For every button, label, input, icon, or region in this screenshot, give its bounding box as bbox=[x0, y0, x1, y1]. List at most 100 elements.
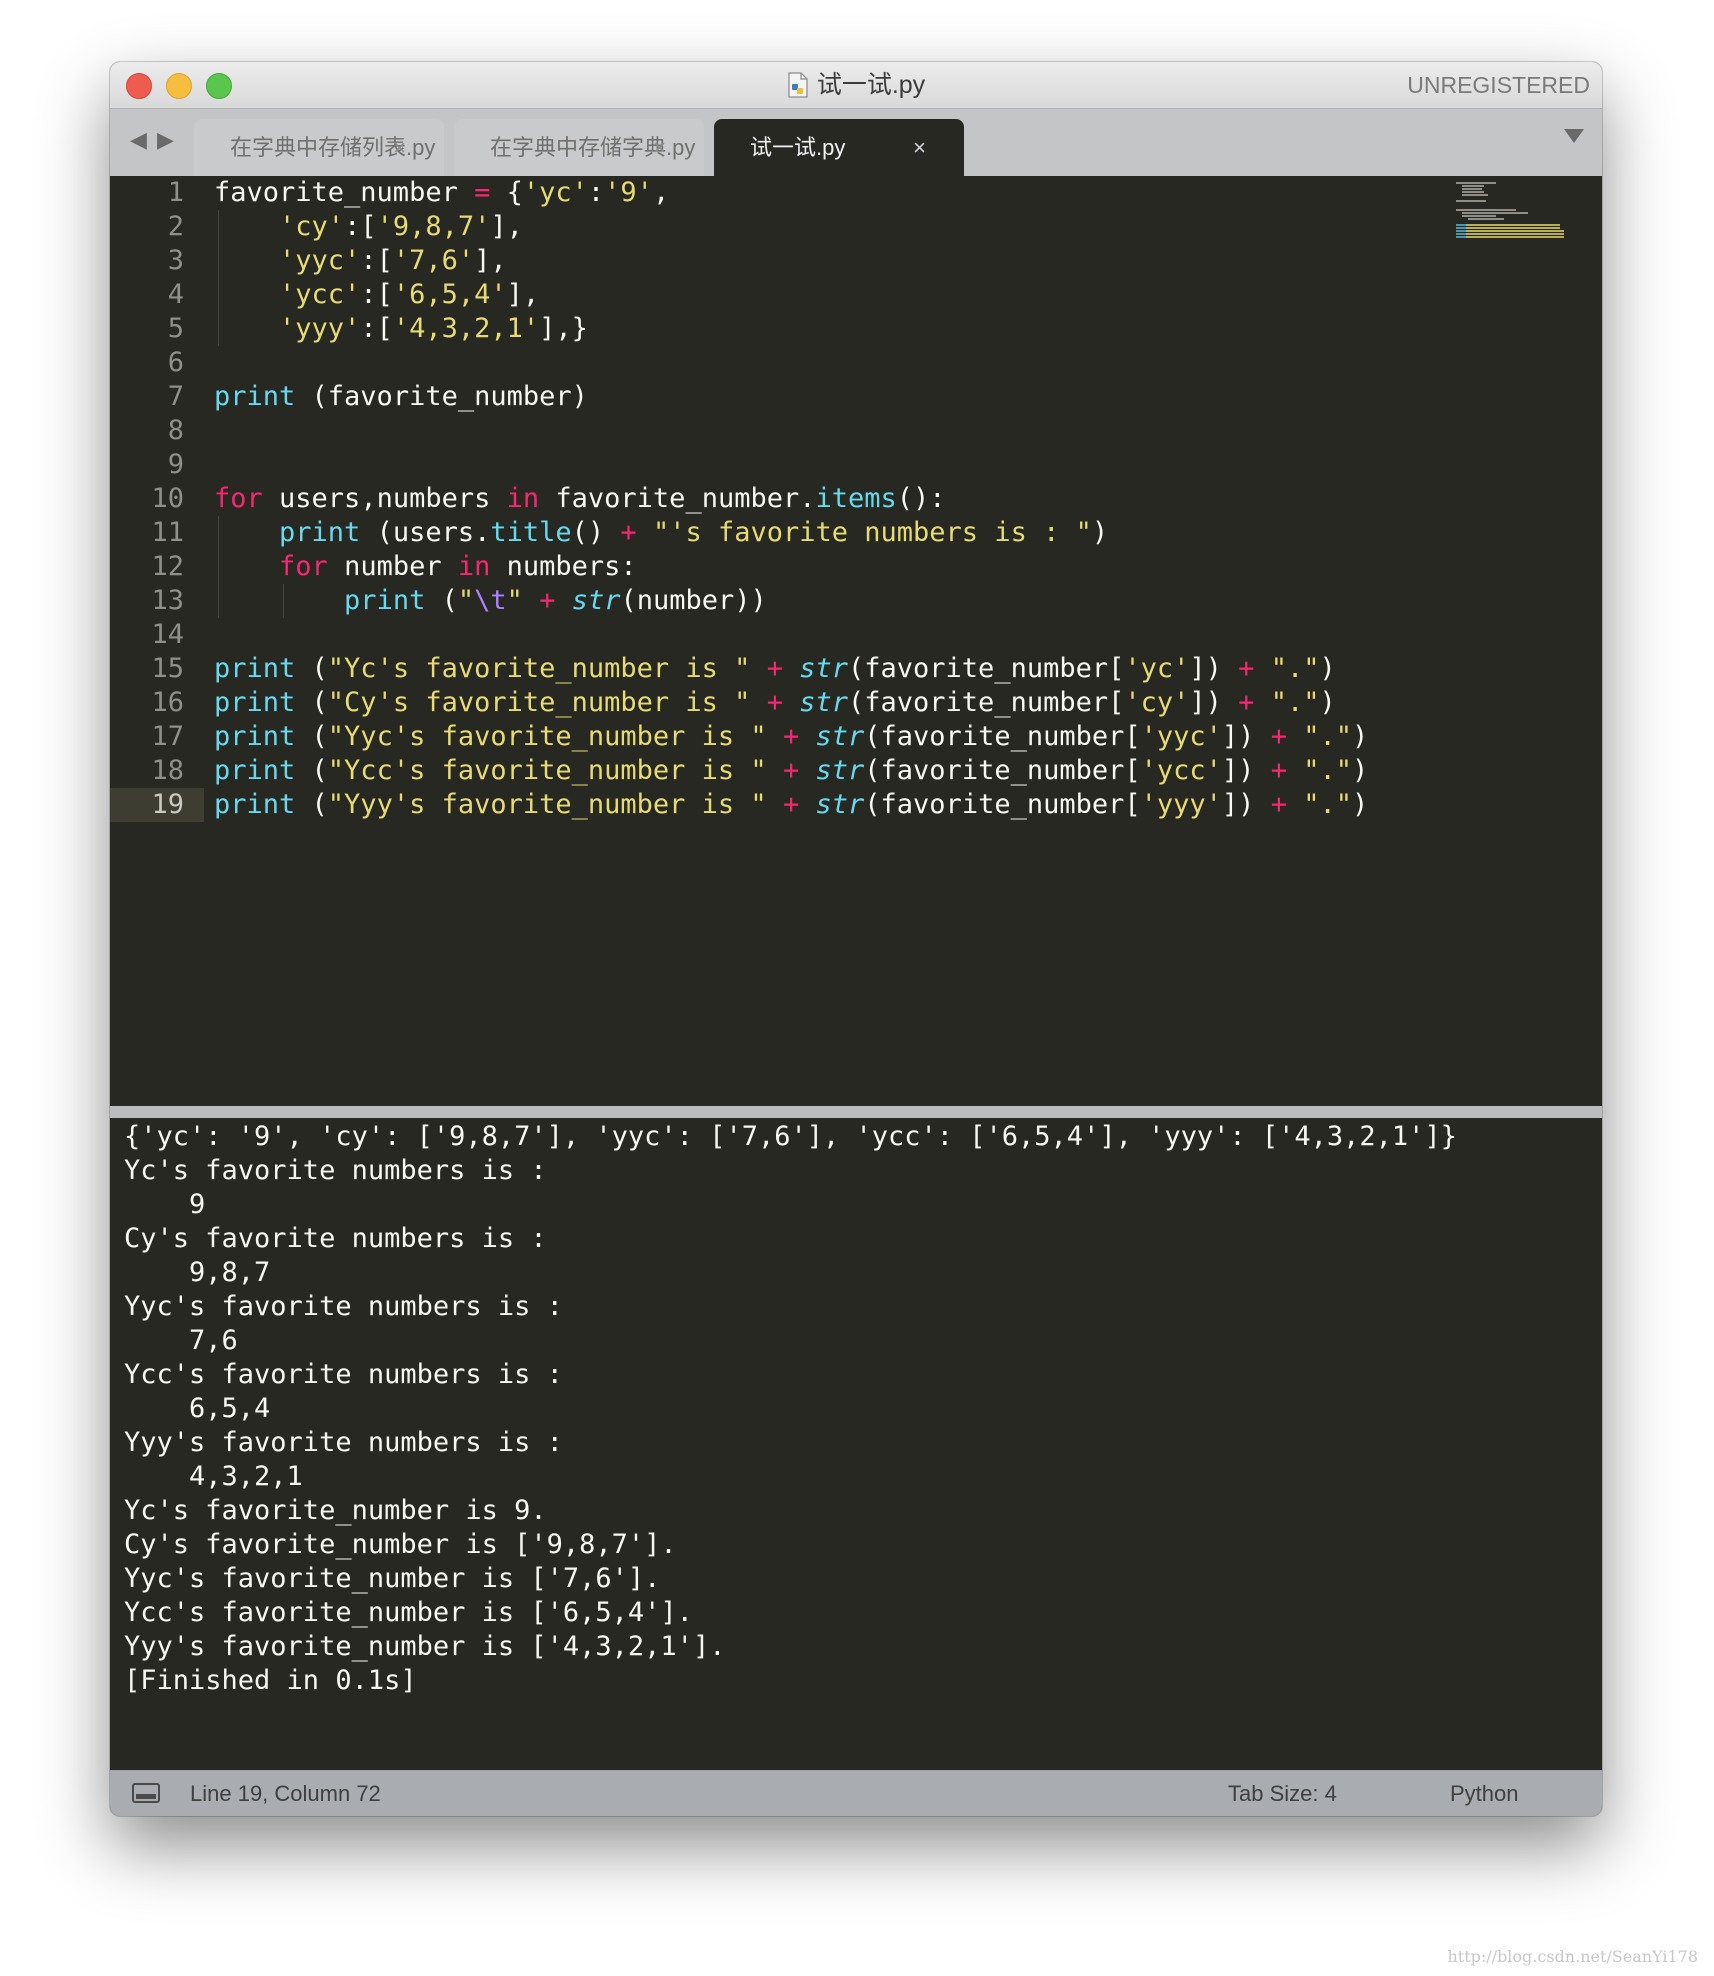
output-line: Yc's favorite_number is 9. bbox=[124, 1495, 547, 1526]
build-output-panel[interactable]: {'yc': '9', 'cy': ['9,8,7'], 'yyc': ['7,… bbox=[114, 1118, 1598, 1770]
code-token: 'cy' bbox=[279, 211, 345, 242]
code-line: print ("\t" + str(number)) bbox=[214, 584, 1452, 618]
output-line: [Finished in 0.1s] bbox=[124, 1665, 417, 1696]
code-token: ]) bbox=[1189, 687, 1239, 718]
code-token: ( bbox=[295, 789, 328, 820]
code-editor[interactable]: 1 2 3 4 5 6 7 8 9 10 11 12 13 14 15 16 17 18 19 favorite_n… bbox=[110, 176, 1602, 1106]
code-token: "." bbox=[1270, 653, 1320, 684]
code-token: str bbox=[799, 653, 849, 684]
output-line: 6,5,4 bbox=[124, 1393, 271, 1424]
code-token: 'yyy' bbox=[1140, 789, 1222, 820]
title-bar[interactable]: 试一试.py UNREGISTERED bbox=[110, 62, 1602, 109]
tab-size-selector[interactable]: Tab Size: 4 bbox=[1228, 1771, 1337, 1816]
tab-try-it[interactable]: 试一试.py × bbox=[714, 119, 964, 176]
code-token: ]) bbox=[1221, 721, 1271, 752]
code-token: numbers: bbox=[490, 551, 637, 582]
code-token: '7,6' bbox=[392, 245, 475, 276]
code-token: '4,3,2,1' bbox=[392, 313, 540, 344]
code-token: "." bbox=[1270, 687, 1320, 718]
line-number: 18 bbox=[151, 755, 184, 786]
line-number: 4 bbox=[167, 279, 184, 310]
code-token: : bbox=[587, 177, 605, 208]
indent-guide bbox=[283, 584, 284, 618]
tab-close-icon[interactable]: × bbox=[913, 119, 926, 176]
line-number: 16 bbox=[151, 687, 184, 718]
tab-store-dict-in-dict[interactable]: 在字典中存储字典.py × bbox=[454, 119, 704, 176]
panel-toggle-icon[interactable] bbox=[132, 1783, 160, 1803]
line-number: 6 bbox=[167, 347, 184, 378]
code-token: :[ bbox=[360, 245, 393, 276]
code-token: "Ycc's favorite_number is " bbox=[327, 755, 767, 786]
code-token: favorite_number bbox=[214, 177, 475, 208]
line-number: 11 bbox=[151, 517, 184, 548]
tab-nav-arrows[interactable]: ◀ ▶ bbox=[130, 127, 176, 153]
editor-window: 试一试.py UNREGISTERED ◀ ▶ 在字典中存储列表.py × 在字… bbox=[110, 62, 1602, 1816]
code-token: , bbox=[652, 177, 670, 208]
code-token: " bbox=[506, 585, 523, 616]
tab-menu-chevron-down-icon[interactable] bbox=[1564, 129, 1584, 143]
code-token: ( bbox=[295, 721, 328, 752]
code-token: "Cy's favorite_number is " bbox=[327, 687, 751, 718]
code-area[interactable]: favorite_number = {'yc':'9', 'cy':['9,8,… bbox=[214, 176, 1452, 822]
code-token: 'ycc' bbox=[1140, 755, 1222, 786]
code-token: (favorite_number[ bbox=[848, 653, 1125, 684]
code-token: print bbox=[214, 687, 296, 718]
code-token: '9,8,7' bbox=[376, 211, 491, 242]
unregistered-label: UNREGISTERED bbox=[1407, 72, 1590, 98]
code-token: items bbox=[815, 483, 897, 514]
line-number: 3 bbox=[167, 245, 184, 276]
code-token: str bbox=[815, 755, 865, 786]
line-number: 19 bbox=[110, 788, 204, 822]
output-line: Yyy's favorite_number is ['4,3,2,1']. bbox=[124, 1631, 726, 1662]
code-line: 'cy':['9,8,7'], bbox=[214, 210, 1452, 244]
code-token: ],} bbox=[539, 313, 588, 344]
code-token: 'yc' bbox=[1124, 653, 1190, 684]
line-number: 7 bbox=[167, 381, 184, 412]
output-line: 7,6 bbox=[124, 1325, 238, 1356]
code-token: print bbox=[214, 653, 296, 684]
output-line: 9,8,7 bbox=[124, 1257, 271, 1288]
code-token: print bbox=[279, 517, 361, 548]
code-token: "Yyy's favorite_number is " bbox=[327, 789, 767, 820]
code-token: (favorite_number[ bbox=[848, 687, 1125, 718]
code-line: 'yyc':['7,6'], bbox=[214, 244, 1452, 278]
code-token: ], bbox=[474, 245, 507, 276]
code-token: + bbox=[1270, 755, 1287, 786]
code-token: 'yc' bbox=[522, 177, 588, 208]
tab-store-list-in-dict[interactable]: 在字典中存储列表.py × bbox=[194, 119, 444, 176]
code-token: :[ bbox=[360, 313, 393, 344]
code-token: (favorite_number[ bbox=[864, 789, 1141, 820]
code-token: "." bbox=[1303, 789, 1352, 820]
code-token: :[ bbox=[344, 211, 377, 242]
code-token: "Yyc's favorite_number is " bbox=[327, 721, 767, 752]
tab-close-icon[interactable]: × bbox=[653, 119, 666, 176]
code-token: + bbox=[1238, 653, 1255, 684]
line-number: 9 bbox=[167, 449, 184, 480]
line-number: 15 bbox=[151, 653, 184, 684]
code-line: 'yyy':['4,3,2,1'],} bbox=[214, 312, 1452, 346]
cursor-position[interactable]: Line 19, Column 72 bbox=[190, 1771, 381, 1816]
code-token: (number)) bbox=[620, 585, 767, 616]
minimap[interactable] bbox=[1454, 180, 1590, 260]
tab-close-icon[interactable]: × bbox=[393, 119, 406, 176]
syntax-selector[interactable]: Python bbox=[1450, 1771, 1519, 1816]
code-token: ) bbox=[1352, 721, 1369, 752]
code-token: str bbox=[815, 721, 865, 752]
output-line: Ycc's favorite_number is ['6,5,4']. bbox=[124, 1597, 693, 1628]
code-line: print (users.title() + "'s favorite numb… bbox=[214, 516, 1452, 550]
output-panel-divider[interactable] bbox=[110, 1106, 1602, 1118]
code-token: + bbox=[1270, 789, 1287, 820]
line-number: 14 bbox=[151, 619, 184, 650]
indent-guide bbox=[218, 244, 219, 278]
code-token: ) bbox=[1091, 517, 1109, 548]
code-token: title bbox=[490, 517, 572, 548]
